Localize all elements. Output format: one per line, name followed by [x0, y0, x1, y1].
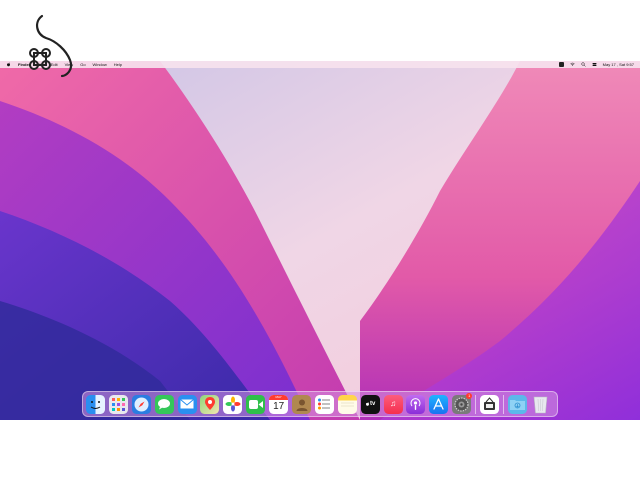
dock-photos[interactable]	[223, 394, 243, 414]
notification-badge: 1	[466, 392, 473, 399]
tv-label: tv	[370, 401, 376, 407]
dock-launchpad[interactable]	[108, 394, 128, 414]
contact-card-icon	[296, 399, 308, 411]
dock-separator	[502, 394, 504, 414]
dock-calendar[interactable]: MAY 17	[269, 394, 289, 414]
apple-menu-icon[interactable]	[6, 62, 11, 67]
checklist-icon	[318, 398, 331, 410]
menu-go[interactable]: Go	[80, 61, 85, 68]
wallpaper	[0, 61, 640, 420]
dock-preview[interactable]	[480, 394, 500, 414]
search-icon[interactable]	[581, 62, 586, 67]
brand-logo-icon	[29, 14, 73, 78]
dock-safari[interactable]	[131, 394, 151, 414]
calendar-day: 17	[273, 400, 285, 412]
notepad-icon	[340, 402, 354, 407]
flower-icon	[225, 396, 241, 412]
folder-icon	[509, 400, 525, 410]
finder-icon	[90, 400, 101, 409]
top-band	[0, 0, 640, 61]
menu-clock[interactable]: May 17 , Sat 9:57	[603, 61, 634, 68]
dock-mail[interactable]	[177, 394, 197, 414]
envelope-icon	[180, 399, 194, 409]
dock-notes[interactable]	[337, 394, 357, 414]
dock-reminders[interactable]	[314, 394, 334, 414]
trash-icon	[533, 396, 548, 413]
dock-messages[interactable]	[154, 394, 174, 414]
podcast-icon	[410, 397, 421, 410]
launchpad-icon	[111, 397, 125, 411]
desktop-screen: Finder File Edit View Go Window Help May…	[0, 61, 640, 420]
music-note-icon: ♫	[390, 399, 397, 408]
dock-separator	[475, 394, 477, 414]
dock-music[interactable]: ♫	[383, 394, 403, 414]
wifi-icon[interactable]	[569, 62, 575, 67]
dock: MAY 17 tv ♫ 1	[82, 391, 558, 417]
menu-window[interactable]: Window	[93, 61, 107, 68]
dock-downloads[interactable]	[507, 394, 527, 414]
dock-finder[interactable]	[86, 394, 105, 414]
dock-trash[interactable]	[531, 395, 550, 414]
video-camera-icon	[248, 399, 263, 409]
dock-facetime[interactable]	[246, 394, 266, 414]
dock-maps[interactable]	[200, 394, 220, 414]
input-source-icon[interactable]	[558, 62, 564, 67]
preview-icon	[484, 396, 496, 410]
control-center-icon[interactable]	[592, 62, 597, 67]
dock-tv[interactable]: tv	[360, 394, 380, 414]
dock-app-store[interactable]	[429, 394, 449, 414]
dock-system-preferences[interactable]: 1	[452, 392, 473, 414]
dock-contacts[interactable]	[292, 394, 312, 414]
menu-help[interactable]: Help	[114, 61, 122, 68]
app-store-icon	[433, 397, 445, 410]
chat-bubble-icon	[158, 399, 171, 410]
menu-bar: Finder File Edit View Go Window Help May…	[0, 61, 640, 68]
map-pin-icon	[204, 397, 215, 410]
compass-icon	[134, 397, 149, 411]
dock-podcasts[interactable]	[406, 394, 426, 414]
